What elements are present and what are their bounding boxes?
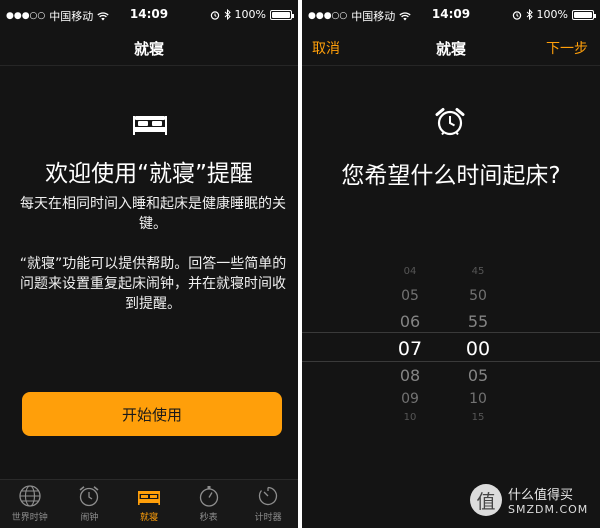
battery-fill bbox=[272, 11, 290, 18]
tab-label: 闹钟 bbox=[80, 513, 99, 523]
bedtime-welcome-screen: ●●●○○ 中国移动 14:09 100% 就寝 欢迎使用“就寝”提醒 每天在相… bbox=[0, 0, 298, 528]
hour-option[interactable]: 06 bbox=[390, 312, 430, 331]
get-started-button[interactable]: 开始使用 bbox=[22, 392, 282, 436]
tab-label: 秒表 bbox=[199, 513, 218, 523]
tab-label: 世界时钟 bbox=[11, 513, 48, 523]
bed-icon bbox=[137, 491, 160, 505]
alarm-status-icon bbox=[512, 10, 521, 20]
battery-fill bbox=[574, 11, 592, 18]
status-bar: ●●●○○ 中国移动 14:09 100% bbox=[0, 0, 298, 28]
hour-option[interactable]: 07 bbox=[390, 338, 430, 360]
hour-option[interactable]: 08 bbox=[390, 366, 430, 385]
tab-bedtime[interactable]: 就寝 bbox=[119, 480, 179, 528]
minute-option[interactable]: 50 bbox=[458, 288, 498, 304]
minute-option[interactable]: 05 bbox=[458, 366, 498, 385]
watermark-text: 什么值得买 bbox=[508, 488, 574, 503]
battery-percent: 100% bbox=[536, 8, 568, 21]
bed-icon bbox=[133, 116, 167, 135]
next-button[interactable]: 下一步 bbox=[546, 38, 588, 58]
status-bar: ●●●○○ 中国移动 14:09 100% bbox=[302, 0, 600, 28]
tab-stopwatch[interactable]: 秒表 bbox=[179, 480, 239, 528]
tab-label: 计时器 bbox=[254, 513, 282, 523]
battery-icon bbox=[572, 9, 596, 20]
time-picker[interactable]: 04 05 06 07 08 09 10 45 50 55 00 05 10 15 bbox=[302, 262, 600, 432]
tab-bar: 世界时钟 闹钟 就寝 秒表 计时器 bbox=[0, 479, 298, 528]
timer-icon bbox=[259, 486, 278, 506]
tab-label: 就寝 bbox=[139, 513, 158, 523]
alarm-status-icon bbox=[210, 10, 219, 20]
nav-bar: 取消 就寝 下一步 bbox=[302, 28, 600, 66]
tab-timer[interactable]: 计时器 bbox=[238, 480, 298, 528]
picker-selection-band bbox=[302, 332, 600, 362]
bluetooth-icon bbox=[224, 9, 231, 20]
hour-option[interactable]: 05 bbox=[390, 288, 430, 304]
watermark: 值 什么值得买 SMZDM.COM bbox=[470, 482, 590, 522]
alarm-clock-icon bbox=[435, 108, 465, 136]
hour-option[interactable]: 10 bbox=[390, 412, 430, 423]
minute-option[interactable]: 15 bbox=[458, 412, 498, 423]
intro-text: 每天在相同时间入睡和起床是健康睡眠的关键。 bbox=[20, 196, 286, 232]
welcome-title: 欢迎使用“就寝”提醒 bbox=[45, 161, 253, 187]
watermark-sub: SMZDM.COM bbox=[508, 503, 589, 516]
nav-title: 就寝 bbox=[133, 40, 164, 58]
globe-icon bbox=[19, 485, 41, 507]
hour-option[interactable]: 09 bbox=[390, 391, 430, 407]
minute-option[interactable]: 55 bbox=[458, 312, 498, 331]
battery-icon bbox=[270, 9, 294, 20]
help-text: “就寝”功能可以提供帮助。回答一些简单的问题来设置重复起床闹钟，并在就寝时间收到… bbox=[19, 256, 287, 312]
wake-time-screen: ●●●○○ 中国移动 14:09 100% 取消 就寝 下一步 您希望什么时间起… bbox=[302, 0, 600, 528]
alarm-clock-icon bbox=[79, 486, 99, 507]
wake-time-question: 您希望什么时间起床? bbox=[341, 163, 561, 189]
hour-option[interactable]: 04 bbox=[390, 266, 430, 277]
watermark-badge: 值 bbox=[470, 484, 502, 516]
battery-percent: 100% bbox=[234, 8, 266, 21]
tab-world-clock[interactable]: 世界时钟 bbox=[0, 480, 60, 528]
tab-alarm[interactable]: 闹钟 bbox=[60, 480, 120, 528]
minute-option[interactable]: 00 bbox=[458, 338, 498, 360]
minute-option[interactable]: 10 bbox=[458, 391, 498, 407]
stopwatch-icon bbox=[199, 486, 218, 507]
minute-option[interactable]: 45 bbox=[458, 266, 498, 277]
nav-bar: 就寝 bbox=[0, 28, 298, 66]
bluetooth-icon bbox=[526, 9, 533, 20]
